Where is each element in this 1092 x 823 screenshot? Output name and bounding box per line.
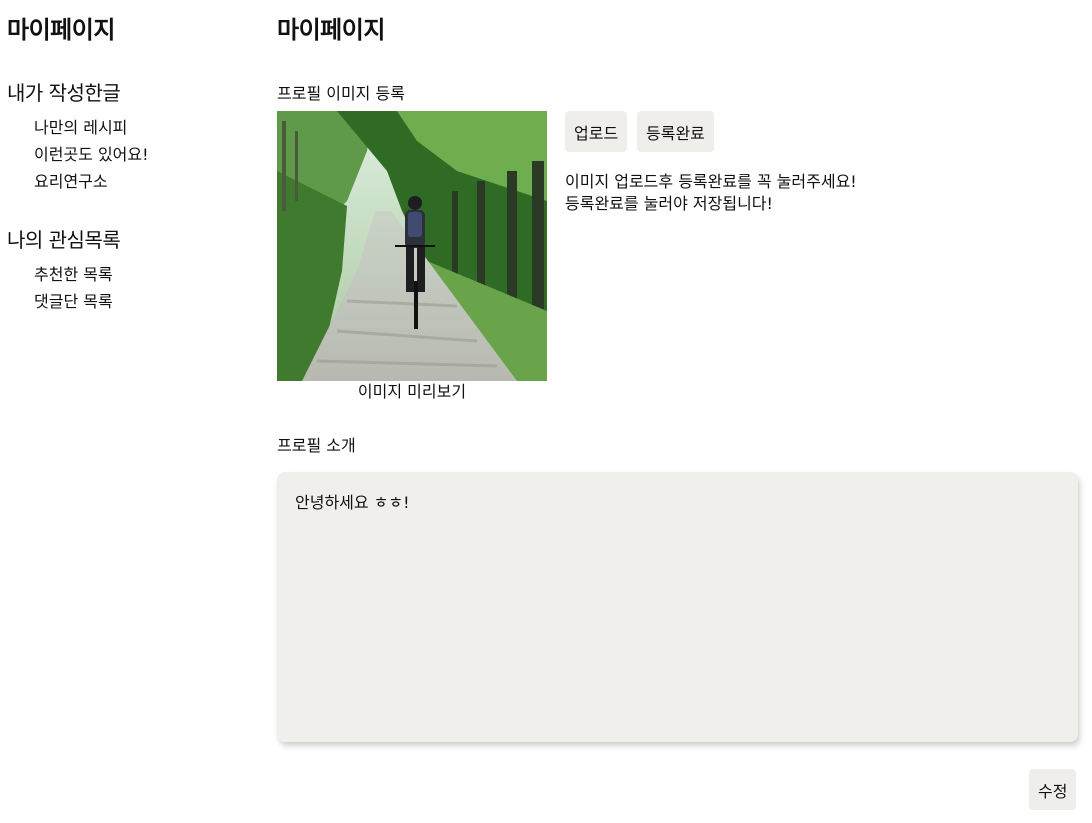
- upload-button[interactable]: 업로드: [565, 111, 628, 152]
- sidebar: 마이페이지 내가 작성한글 나만의 레시피 이런곳도 있어요! 요리연구소 나의…: [0, 0, 260, 823]
- sidebar-item-cooking-lab[interactable]: 요리연구소: [34, 168, 149, 195]
- sidebar-section-my-posts: 내가 작성한글 나만의 레시피 이런곳도 있어요! 요리연구소: [7, 80, 149, 195]
- sidebar-heading-my-posts: 내가 작성한글: [7, 81, 121, 105]
- sidebar-list-interests: 추천한 목록 댓글단 목록: [7, 261, 120, 315]
- notice-line-1: 이미지 업로드후 등록완료를 꼭 눌러주세요!: [565, 172, 857, 191]
- profile-image-label: 프로필 이미지 등록: [277, 84, 405, 103]
- register-complete-button[interactable]: 등록완료: [637, 111, 714, 152]
- profile-intro-textarea[interactable]: 안녕하세요 ㅎㅎ!: [277, 472, 1078, 742]
- profile-intro-text: 안녕하세요 ㅎㅎ!: [295, 493, 410, 512]
- profile-image-preview: [277, 111, 547, 381]
- edit-button[interactable]: 수정: [1029, 769, 1077, 810]
- page-title: 마이페이지: [277, 16, 385, 44]
- upload-notice: 이미지 업로드후 등록완료를 꼭 눌러주세요! 등록완료를 눌러야 저장됩니다!: [565, 171, 857, 215]
- sidebar-item-recommended[interactable]: 추천한 목록: [34, 261, 120, 288]
- sidebar-heading-interests: 나의 관심목록: [7, 228, 121, 252]
- sidebar-item-my-recipes[interactable]: 나만의 레시피: [34, 114, 149, 141]
- sidebar-item-commented[interactable]: 댓글단 목록: [34, 288, 120, 315]
- preview-caption: 이미지 미리보기: [357, 382, 467, 401]
- profile-intro-label: 프로필 소개: [277, 436, 356, 455]
- sidebar-section-interests: 나의 관심목록 추천한 목록 댓글단 목록: [7, 227, 121, 315]
- preview-photo: [277, 111, 547, 381]
- notice-line-2: 등록완료를 눌러야 저장됩니다!: [565, 194, 773, 213]
- main-content: 마이페이지 프로필 이미지 등록 이미지 미리보기 업로드 등록완료 이미지 업…: [277, 0, 1082, 823]
- sidebar-list-my-posts: 나만의 레시피 이런곳도 있어요! 요리연구소: [7, 114, 149, 195]
- sidebar-title: 마이페이지: [7, 16, 115, 44]
- sidebar-item-places[interactable]: 이런곳도 있어요!: [34, 141, 149, 168]
